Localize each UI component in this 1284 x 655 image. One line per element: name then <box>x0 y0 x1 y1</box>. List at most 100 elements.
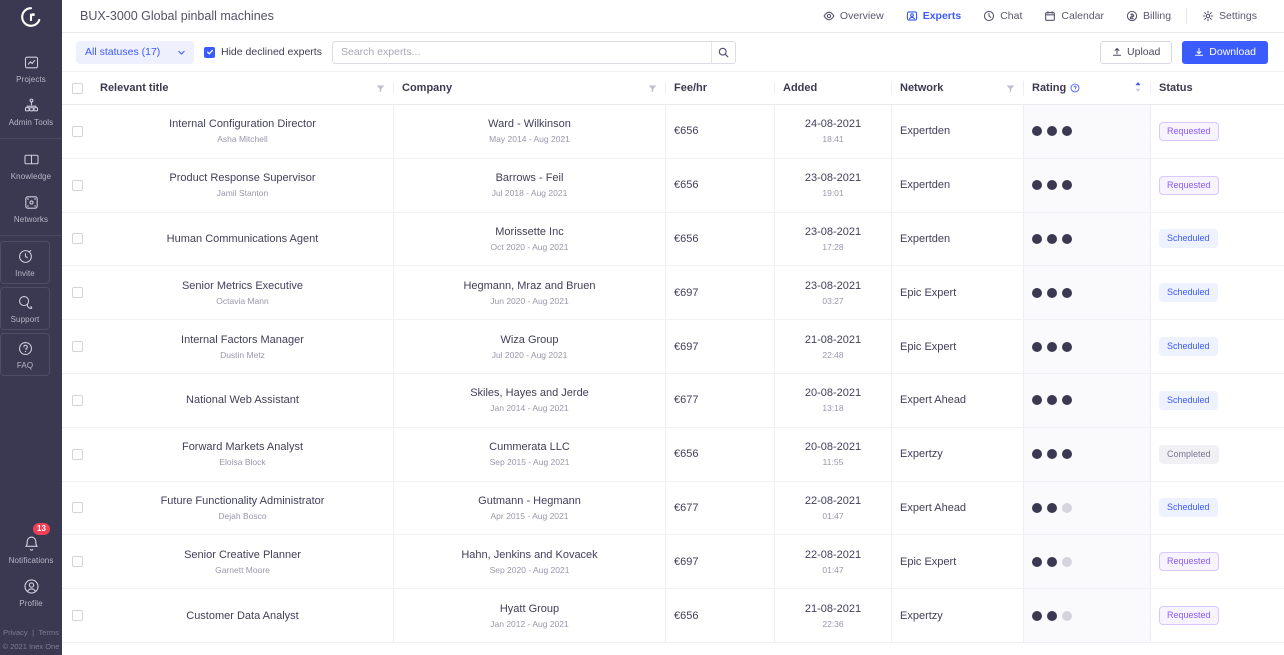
rating-dot <box>1062 503 1072 513</box>
table-row[interactable]: Internal Configuration DirectorAsha Mitc… <box>62 105 1284 159</box>
row-checkbox[interactable] <box>72 126 83 137</box>
row-checkbox[interactable] <box>72 449 83 460</box>
row-select-cell <box>62 428 92 481</box>
sidebar-item-admin-tools[interactable]: Admin Tools <box>0 90 62 133</box>
logo[interactable] <box>0 0 62 33</box>
column-header-added[interactable]: Added <box>774 82 891 94</box>
sidebar-item-projects[interactable]: Projects <box>0 47 62 90</box>
privacy-link[interactable]: Privacy <box>3 628 28 637</box>
filter-icon[interactable] <box>1006 84 1015 93</box>
search-button[interactable] <box>711 42 735 63</box>
select-all-cell <box>62 83 92 94</box>
terms-link[interactable]: Terms <box>39 628 59 637</box>
sidebar-item-support[interactable]: Support <box>0 287 50 330</box>
added-date: 21-08-2021 <box>805 602 861 616</box>
company-name: Gutmann - Hegmann <box>478 494 581 508</box>
company-period: Jun 2020 - Aug 2021 <box>490 295 568 307</box>
cell-status: Scheduled <box>1150 482 1284 535</box>
cell-rating <box>1023 482 1150 535</box>
sidebar-item-knowledge[interactable]: Knowledge <box>0 144 62 187</box>
expert-person: Eloisa Block <box>219 456 265 468</box>
filter-icon[interactable] <box>648 84 657 93</box>
table-header-row: Relevant title Company Fee/hr Added Netw… <box>62 72 1284 105</box>
upload-button[interactable]: Upload <box>1100 41 1172 64</box>
table-row[interactable]: Future Functionality AdministratorDejah … <box>62 482 1284 536</box>
cell-relevant-title: Forward Markets AnalystEloisa Block <box>92 428 393 481</box>
sort-toggle[interactable] <box>1134 81 1142 96</box>
rating-dot <box>1047 557 1057 567</box>
row-checkbox[interactable] <box>72 341 83 352</box>
search-input[interactable] <box>333 46 711 58</box>
added-time: 22:48 <box>822 349 843 361</box>
row-checkbox[interactable] <box>72 502 83 513</box>
table-row[interactable]: Internal Factors ManagerDustin MetzWiza … <box>62 320 1284 374</box>
fee-value: €677 <box>674 393 698 407</box>
rating-dot <box>1032 503 1042 513</box>
status-badge: Scheduled <box>1159 498 1218 517</box>
table-row[interactable]: Product Response Supervisor Jamil Stanton… <box>62 159 1284 213</box>
table-row[interactable]: National Web AssistantSkiles, Hayes and … <box>62 374 1284 428</box>
tab-calendar[interactable]: Calendar <box>1033 10 1115 22</box>
cell-company: Hegmann, Mraz and BruenJun 2020 - Aug 20… <box>393 266 665 319</box>
rating-dot <box>1062 288 1072 298</box>
column-header-fee[interactable]: Fee/hr <box>665 82 774 94</box>
hide-declined-experts-checkbox[interactable]: Hide declined experts <box>204 46 322 58</box>
column-header-status[interactable]: Status <box>1150 82 1284 94</box>
cell-added: 23-08-202117:28 <box>774 213 891 266</box>
row-checkbox[interactable] <box>72 180 83 191</box>
cell-added: 21-08-202122:36 <box>774 589 891 642</box>
row-checkbox[interactable] <box>72 395 83 406</box>
tab-overview[interactable]: Overview <box>812 10 895 22</box>
filter-icon[interactable] <box>376 84 385 93</box>
sidebar-item-invite[interactable]: Invite <box>0 241 50 284</box>
tab-chat[interactable]: Chat <box>972 10 1033 22</box>
download-button[interactable]: Download <box>1182 41 1268 64</box>
fee-value: €656 <box>674 232 698 246</box>
sidebar-item-networks[interactable]: Networks <box>0 187 62 230</box>
status-filter-select[interactable]: All statuses (17) <box>76 41 194 64</box>
table-row[interactable]: Senior Metrics ExecutiveOctavia MannHegm… <box>62 266 1284 320</box>
tab-experts[interactable]: Experts <box>895 10 973 22</box>
expert-title: Customer Data Analyst <box>186 609 299 623</box>
tab-billing[interactable]: Billing <box>1115 10 1182 22</box>
table-row[interactable]: Forward Markets AnalystEloisa BlockCumme… <box>62 428 1284 482</box>
sidebar-divider <box>0 235 62 236</box>
status-badge: Requested <box>1159 606 1219 625</box>
company-period: Jan 2012 - Aug 2021 <box>490 618 568 630</box>
column-header-relevant-title[interactable]: Relevant title <box>92 82 393 94</box>
column-header-network[interactable]: Network <box>891 82 1023 94</box>
download-icon <box>1194 47 1204 57</box>
added-time: 11:55 <box>823 456 844 468</box>
info-icon[interactable] <box>1070 83 1080 93</box>
company-name: Hahn, Jenkins and Kovacek <box>461 548 597 562</box>
table-row[interactable]: Senior Creative PlannerGarnett MooreHahn… <box>62 535 1284 589</box>
rating-dots <box>1032 611 1072 621</box>
row-select-cell <box>62 535 92 588</box>
rating-dot <box>1032 395 1042 405</box>
rating-dot <box>1047 611 1057 621</box>
row-checkbox[interactable] <box>72 233 83 244</box>
row-checkbox[interactable] <box>72 556 83 567</box>
sidebar-item-faq[interactable]: FAQ <box>0 333 50 376</box>
row-checkbox[interactable] <box>72 287 83 298</box>
expert-person: Jamil Stanton <box>217 187 269 199</box>
faq-icon <box>17 340 34 357</box>
column-header-rating[interactable]: Rating <box>1023 81 1150 96</box>
table-row[interactable]: Human Communications AgentMorissette Inc… <box>62 213 1284 267</box>
select-all-checkbox[interactable] <box>72 83 83 94</box>
column-header-company[interactable]: Company <box>393 82 665 94</box>
expert-title: Product Response Supervisor <box>169 171 315 185</box>
added-date: 23-08-2021 <box>805 171 861 185</box>
top-navigation: OverviewExpertsChatCalendarBilling Settin… <box>812 8 1268 24</box>
tab-settings[interactable]: Settings <box>1191 10 1268 22</box>
network-name: Epic Expert <box>900 340 956 354</box>
cell-added: 23-08-202119:01 <box>774 159 891 212</box>
row-checkbox[interactable] <box>72 610 83 621</box>
added-time: 18:41 <box>822 133 843 145</box>
table-row[interactable]: Customer Data AnalystHyatt GroupJan 2012… <box>62 589 1284 643</box>
sidebar-item-notifications[interactable]: 13 Notifications <box>0 528 62 571</box>
sidebar-item-profile[interactable]: Profile <box>0 571 62 614</box>
cell-added: 22-08-202101:47 <box>774 482 891 535</box>
cell-rating <box>1023 213 1150 266</box>
cell-network: Expertzy <box>891 589 1023 642</box>
